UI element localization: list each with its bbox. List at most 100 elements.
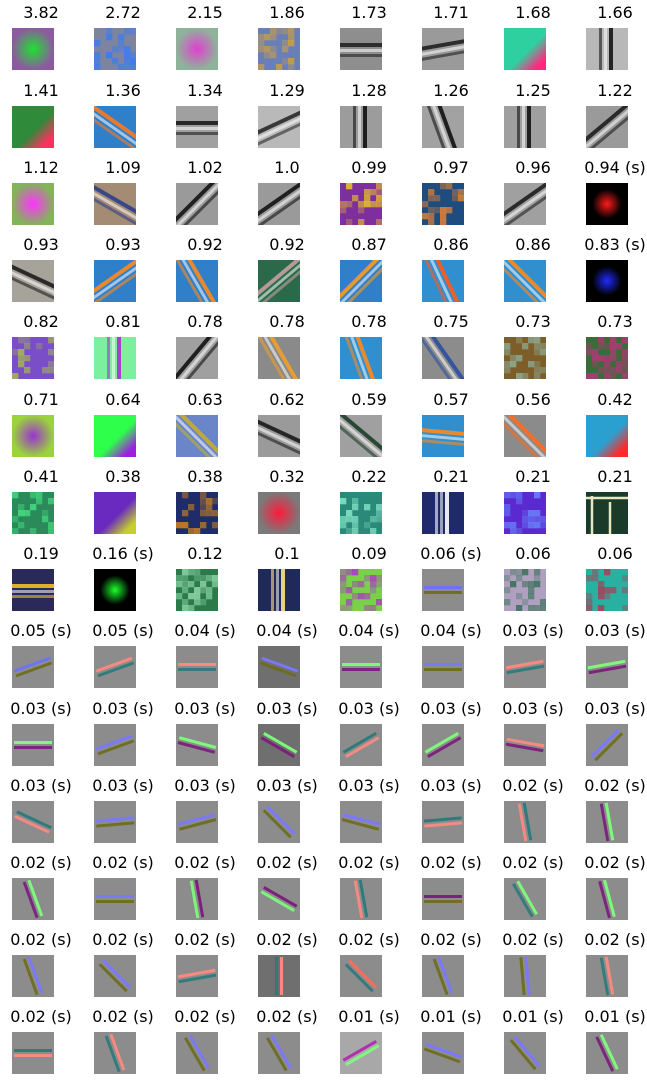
thumb-noise-cell: [604, 593, 611, 600]
filter-cell: 0.03 (s): [246, 773, 328, 851]
filter-thumbnail: [258, 955, 300, 997]
filter-cell: 0.03 (s): [574, 618, 647, 696]
filter-cell: 1.25: [492, 78, 574, 156]
thumb-noise-cell: [510, 581, 517, 588]
thumb-edge: [12, 106, 54, 148]
thumb-noise-cell: [112, 46, 119, 53]
thumb-noise-cell: [188, 605, 195, 611]
filter-thumbnail: [94, 724, 136, 766]
thumb-noise-cell: [622, 605, 628, 611]
thumb-noise-cell: [592, 569, 599, 576]
thumb-stripes: [599, 28, 613, 70]
thumb-noise-cell: [200, 575, 207, 582]
thumb-noise-cell: [188, 581, 195, 588]
filter-grid: 3.82 2.72 2.15 1.86 1.73 1.71 1.68 1.66 1.41 1.36…: [0, 0, 647, 1082]
thumb-background: [12, 724, 54, 766]
thumb-background: [258, 801, 300, 843]
thumb-noise-cell: [534, 581, 541, 588]
filter-value-label: 0.05 (s): [92, 621, 154, 640]
filter-thumbnail: [422, 106, 464, 148]
thumb-noise-cell: [434, 195, 441, 202]
filter-thumbnail: [258, 183, 300, 225]
filter-value-label: 0.38: [105, 467, 141, 486]
thumb-noise-cell: [118, 34, 125, 41]
thumb-noise-cell: [516, 492, 523, 499]
thumb-noise-cell: [258, 40, 265, 47]
thumb-noise-cell: [194, 593, 201, 600]
thumb-noise-cell: [610, 337, 617, 344]
filter-value-label: 1.41: [23, 81, 59, 100]
filter-thumbnail: [258, 724, 300, 766]
filter-cell: 0.02 (s): [492, 850, 574, 928]
thumb-blob: [258, 492, 300, 534]
filter-cell: 0.12: [164, 541, 246, 619]
filter-cell: 0.02 (s): [164, 850, 246, 928]
filter-cell: 1.34: [164, 78, 246, 156]
filter-cell: 0.02 (s): [410, 850, 492, 928]
thumb-noise-cell: [264, 52, 271, 59]
filter-cell: 0.05 (s): [82, 618, 164, 696]
filter-cell: 0.93: [82, 232, 164, 310]
thumb-noise-cell: [48, 367, 54, 374]
thumb-noise-cell: [200, 599, 207, 606]
thumb-noise-cell: [48, 498, 54, 505]
thumb-noise-cell: [206, 575, 213, 582]
thumb-noise-cell: [282, 58, 289, 65]
filter-cell: 0.41: [0, 464, 82, 542]
filter-value-label: 0.21: [433, 467, 469, 486]
filter-cell: 0.02 (s): [82, 850, 164, 928]
filter-cell: 1.22: [574, 78, 647, 156]
thumb-stripes: [353, 106, 367, 148]
filter-value-label: 1.0: [274, 158, 300, 177]
thumb-noise-cell: [434, 207, 441, 214]
filter-value-label: 0.78: [351, 312, 387, 331]
thumb-noise-cell: [370, 605, 377, 611]
filter-value-label: 0.02 (s): [174, 853, 236, 872]
filter-cell: 0.01 (s): [410, 1004, 492, 1082]
filter-value-label: 0.57: [433, 390, 469, 409]
thumb-background: [504, 878, 546, 920]
thumb-noise-cell: [352, 195, 359, 202]
thumb-edge: [586, 415, 628, 457]
filter-value-label: 0.02 (s): [92, 930, 154, 949]
filter-thumbnail: [340, 569, 382, 611]
thumb-noise-cell: [516, 373, 523, 379]
thumb-noise-cell: [182, 569, 189, 576]
filter-cell: 0.03 (s): [246, 696, 328, 774]
thumb-noise-cell: [346, 201, 353, 208]
filter-value-label: 0.02 (s): [584, 930, 646, 949]
filter-cell: 0.06 (s): [410, 541, 492, 619]
thumb-noise-cell: [376, 516, 382, 523]
thumb-noise-cell: [504, 504, 511, 511]
filter-value-label: 0.09: [351, 544, 387, 563]
thumb-noise-cell: [200, 492, 207, 499]
filter-cell: 0.78: [328, 309, 410, 387]
thumb-noise-cell: [540, 343, 546, 350]
filter-thumbnail: [12, 337, 54, 379]
filter-cell: 0.21: [492, 464, 574, 542]
filter-value-label: 1.12: [23, 158, 59, 177]
filter-thumbnail: [12, 801, 54, 843]
thumb-noise-cell: [106, 52, 113, 59]
filter-cell: 1.09: [82, 155, 164, 233]
thumb-noise-cell: [534, 373, 541, 379]
thumb-background: [94, 646, 136, 688]
thumb-noise-cell: [182, 510, 189, 517]
thumb-blob: [94, 569, 136, 611]
thumb-noise-cell: [528, 510, 535, 517]
filter-cell: 0.57: [410, 387, 492, 465]
thumb-noise-cell: [200, 504, 207, 511]
filter-value-label: 0.02 (s): [256, 930, 318, 949]
filter-thumbnail: [504, 415, 546, 457]
thumb-noise-cell: [598, 587, 605, 594]
thumb-noise-cell: [194, 528, 201, 534]
thumb-noise-cell: [370, 189, 377, 196]
filter-thumbnail: [422, 801, 464, 843]
filter-thumbnail: [94, 415, 136, 457]
thumb-noise-cell: [176, 581, 183, 588]
thumb-noise-cell: [182, 587, 189, 594]
thumb-noise-cell: [12, 528, 19, 534]
filter-cell: 1.41: [0, 78, 82, 156]
thumb-noise-cell: [288, 64, 295, 70]
thumb-background: [340, 1032, 382, 1074]
